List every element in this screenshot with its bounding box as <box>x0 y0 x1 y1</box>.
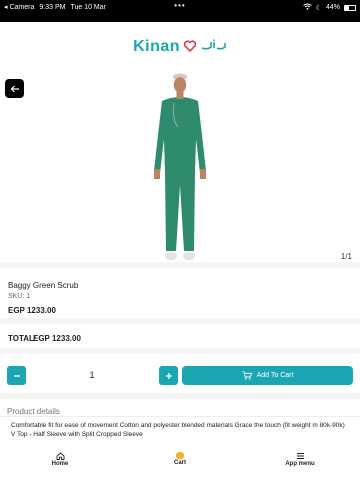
add-to-cart-button[interactable]: Add To Cart <box>182 366 353 385</box>
home-icon <box>56 452 64 460</box>
brand-logo: Kinan <box>0 38 360 62</box>
wifi-icon <box>302 3 312 12</box>
product-details-text: Comfortable fit for ease of movement Cot… <box>11 421 351 439</box>
increase-quantity-button[interactable] <box>159 366 178 385</box>
total-value: EGP 1233.00 <box>33 334 81 343</box>
product-details-header: Product details <box>0 393 360 417</box>
heart-logo-icon <box>184 39 197 53</box>
decrease-quantity-button[interactable] <box>7 366 26 385</box>
product-image[interactable] <box>148 73 212 265</box>
product-info-section: Baggy Green Scrub SKU: 1 EGP 1233.00 <box>0 262 360 318</box>
moon-icon: ☾ <box>315 4 322 12</box>
cart-icon <box>176 452 184 459</box>
nav-cart[interactable]: Cart <box>166 452 194 466</box>
logo-arabic-mark <box>201 38 227 55</box>
product-name: Baggy Green Scrub <box>8 281 79 290</box>
cart-icon <box>242 371 252 380</box>
status-bar: ◂ Camera 9:33 PM Tue 10 Mar ••• ☾ 44% <box>0 0 360 22</box>
minus-icon <box>13 374 20 377</box>
nav-app-menu[interactable]: App menu <box>280 452 320 467</box>
quantity-value[interactable]: 1 <box>28 370 156 380</box>
image-counter: 1/1 <box>340 252 352 261</box>
product-details-heading: Product details <box>7 407 60 416</box>
add-to-cart-label: Add To Cart <box>256 372 294 379</box>
plus-icon <box>165 372 172 379</box>
nav-cart-label: Cart <box>173 460 186 466</box>
arrow-left-icon <box>10 85 19 92</box>
details-line-2: V Top - Half Sleeve with Split Cropped S… <box>11 431 143 438</box>
nav-home[interactable]: Home <box>47 452 73 467</box>
total-row: TOTAL: EGP 1233.00 <box>0 318 360 354</box>
product-price: EGP 1233.00 <box>8 306 56 315</box>
product-sku: SKU: 1 <box>8 293 31 300</box>
battery-icon <box>344 4 356 11</box>
status-right: ☾ 44% <box>302 3 356 12</box>
battery-percent: 44% <box>325 4 340 11</box>
nav-home-label: Home <box>51 461 69 467</box>
hamburger-menu-icon <box>296 453 304 459</box>
back-button[interactable] <box>5 79 24 98</box>
logo-text: Kinan <box>133 38 181 55</box>
bottom-navigation: Home Cart App menu <box>0 450 360 480</box>
details-line-1: Comfortable fit for ease of movement Cot… <box>11 422 345 429</box>
nav-menu-label: App menu <box>285 461 315 467</box>
